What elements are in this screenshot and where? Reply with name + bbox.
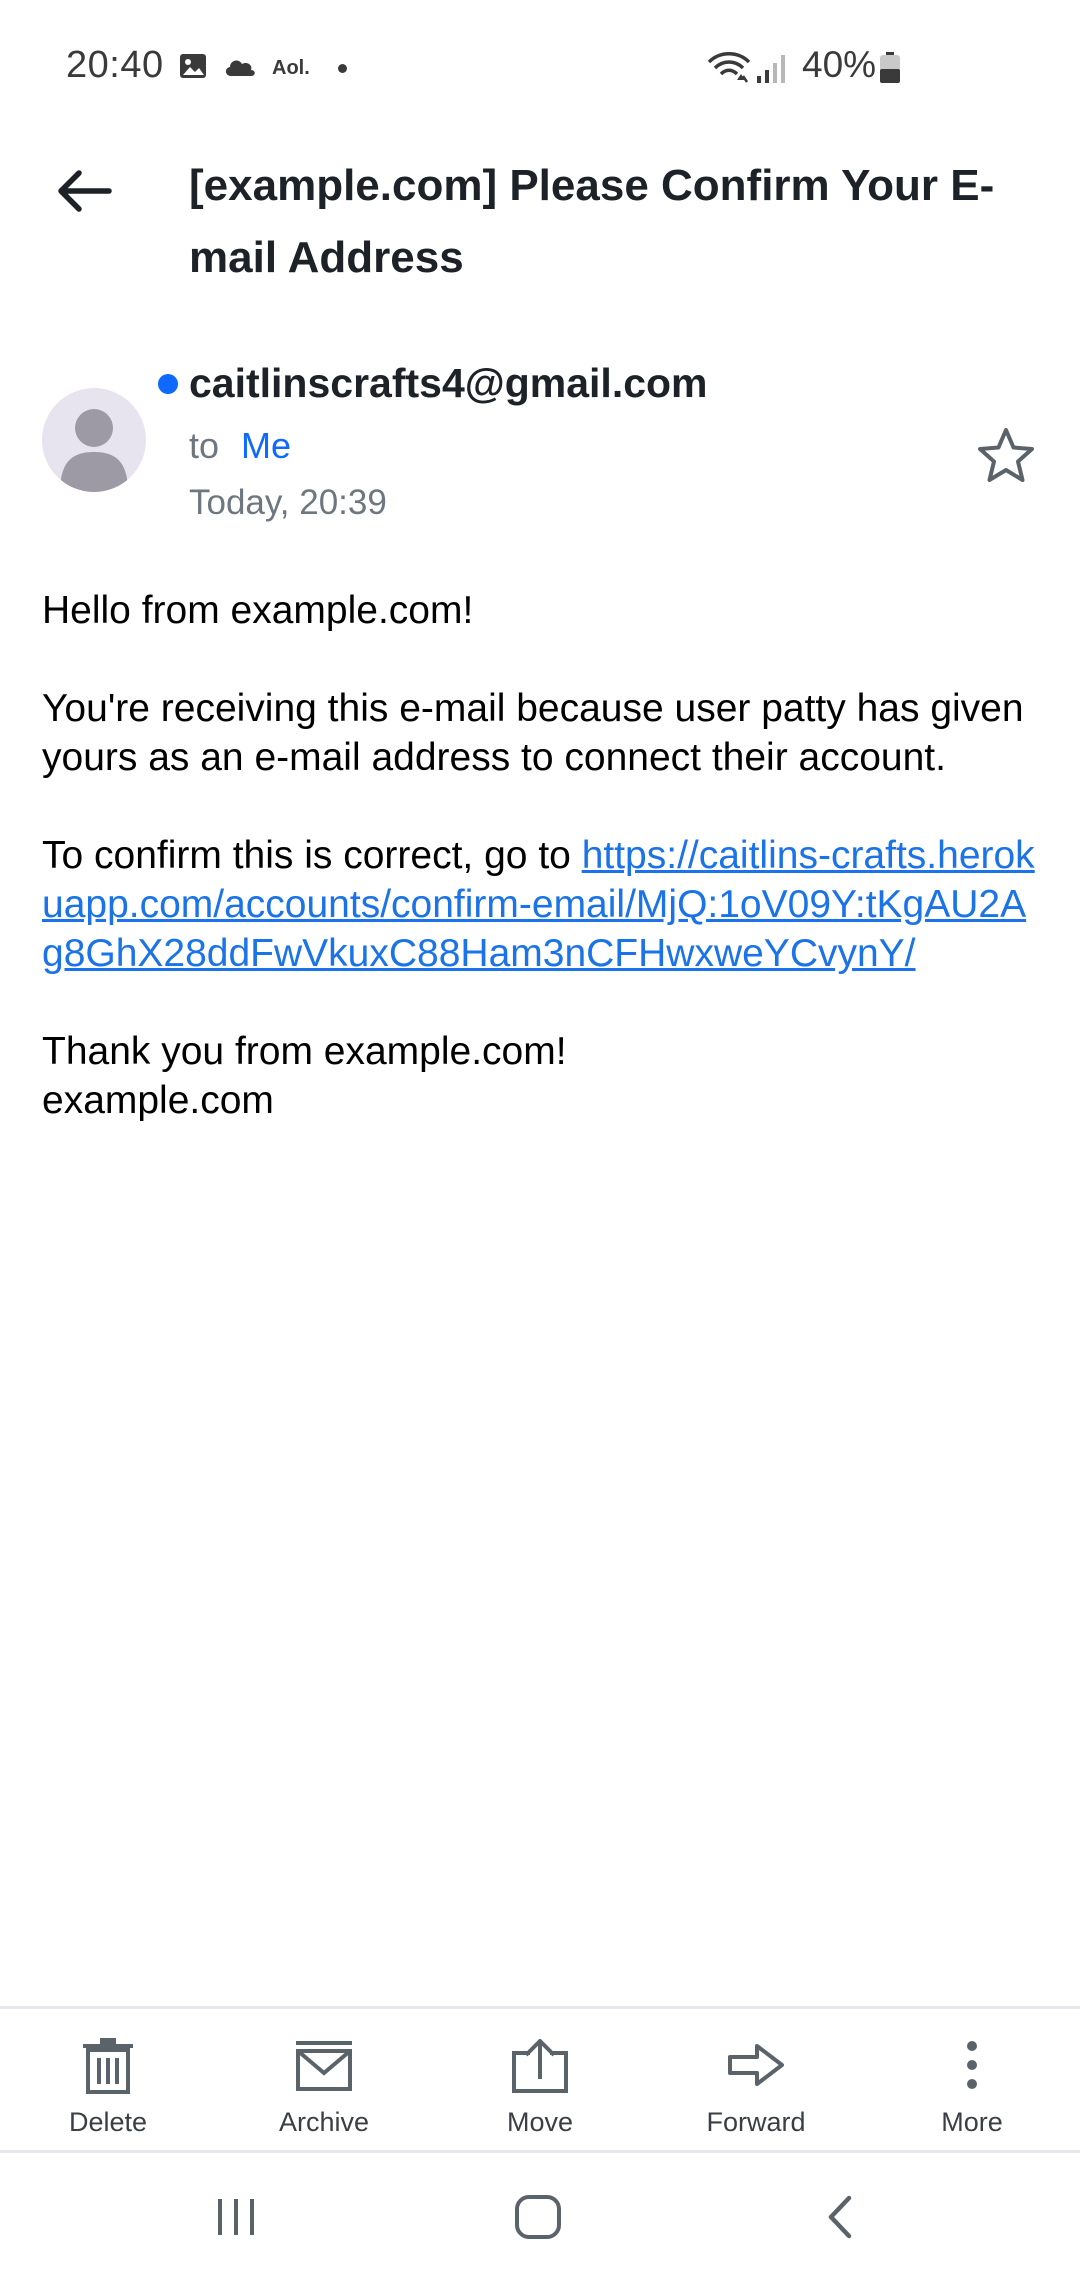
body-thanks: Thank you from example.com! bbox=[42, 1030, 567, 1073]
email-body: Hello from example.com! You're receiving… bbox=[42, 586, 1042, 1125]
status-bar: 20:40 Aol. 40% bbox=[0, 0, 1080, 135]
status-time: 20:40 bbox=[66, 44, 164, 86]
home-button[interactable] bbox=[488, 2179, 588, 2259]
recent-apps-icon bbox=[214, 2197, 258, 2242]
unread-indicator bbox=[158, 374, 178, 394]
body-confirm: To confirm this is correct, go to https:… bbox=[42, 831, 1042, 978]
forward-button[interactable]: Forward bbox=[648, 2009, 864, 2151]
forward-label: Forward bbox=[706, 2107, 806, 2137]
confirm-prefix: To confirm this is correct, go to bbox=[42, 834, 582, 877]
trash-icon bbox=[73, 2033, 143, 2097]
archive-label: Archive bbox=[278, 2107, 370, 2137]
dot-icon bbox=[337, 63, 347, 73]
star-button[interactable] bbox=[968, 420, 1044, 496]
body-signature: example.com bbox=[42, 1079, 274, 1122]
delete-label: Delete bbox=[68, 2107, 148, 2137]
move-icon bbox=[505, 2033, 575, 2097]
image-icon bbox=[178, 51, 208, 86]
back-nav-button[interactable] bbox=[790, 2179, 890, 2259]
archive-icon bbox=[289, 2033, 359, 2097]
back-nav-icon bbox=[825, 2194, 855, 2245]
aol-badge: Aol. bbox=[272, 56, 310, 79]
more-label: More bbox=[941, 2107, 1003, 2137]
body-paragraph: You're receiving this e-mail because use… bbox=[42, 687, 1024, 779]
arrow-left-icon bbox=[53, 167, 113, 220]
sender-email[interactable]: caitlinscrafts4@gmail.com bbox=[189, 360, 708, 407]
email-date: Today, 20:39 bbox=[189, 483, 387, 522]
move-button[interactable]: Move bbox=[432, 2009, 648, 2151]
forward-icon bbox=[721, 2033, 791, 2097]
battery-percent: 40% bbox=[802, 44, 877, 85]
recent-apps-button[interactable] bbox=[186, 2179, 286, 2259]
to-label: to bbox=[189, 425, 220, 466]
body-greeting: Hello from example.com! bbox=[42, 589, 474, 632]
signal-icon bbox=[755, 52, 791, 89]
home-icon bbox=[514, 2194, 562, 2245]
recipient-me[interactable]: Me bbox=[241, 425, 291, 466]
more-button[interactable]: More bbox=[864, 2009, 1080, 2151]
more-vertical-icon bbox=[937, 2033, 1007, 2097]
delete-button[interactable]: Delete bbox=[0, 2009, 216, 2151]
bottom-toolbar: Delete Archive Move Forward More bbox=[0, 2009, 1080, 2151]
back-button[interactable] bbox=[40, 150, 126, 236]
star-outline-icon bbox=[975, 426, 1037, 491]
status-notification-icons: Aol. bbox=[178, 50, 347, 86]
recipient-line: to Me bbox=[189, 425, 291, 467]
move-label: Move bbox=[506, 2107, 574, 2137]
avatar[interactable] bbox=[42, 388, 146, 492]
system-nav-bar bbox=[0, 2153, 1080, 2280]
battery-icon bbox=[879, 52, 901, 84]
email-subject: [example.com] Please Confirm Your E-mail… bbox=[189, 161, 995, 282]
wifi-icon bbox=[707, 50, 751, 89]
cloud-icon bbox=[222, 54, 258, 83]
archive-button[interactable]: Archive bbox=[216, 2009, 432, 2151]
